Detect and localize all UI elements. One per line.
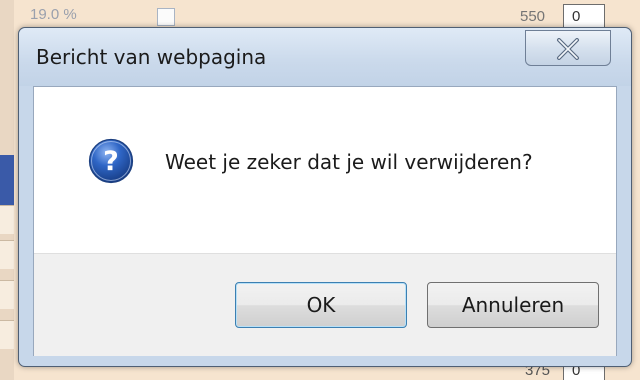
question-icon: ? bbox=[88, 138, 134, 184]
dialog-message: Weet je zeker dat je wil verwijderen? bbox=[165, 150, 533, 174]
background-value-text: 550 bbox=[520, 8, 546, 25]
dialog-titlebar[interactable]: Bericht van webpagina bbox=[19, 28, 631, 86]
background-selected-row bbox=[0, 155, 14, 205]
background-row bbox=[0, 240, 14, 269]
dialog-content: ? Weet je zeker dat je wil verwijderen? … bbox=[33, 86, 617, 356]
close-button[interactable] bbox=[525, 30, 611, 66]
cancel-button[interactable]: Annuleren bbox=[427, 282, 599, 328]
background-row bbox=[0, 280, 14, 309]
background-row bbox=[0, 205, 14, 234]
ok-button[interactable]: OK bbox=[235, 282, 407, 328]
screen: 19.0 % 550 0 375 0 Bericht van webpagina bbox=[0, 0, 640, 380]
confirm-dialog: Bericht van webpagina ? Weet je zeker da… bbox=[18, 27, 632, 367]
background-checkbox bbox=[157, 8, 175, 26]
background-row bbox=[0, 320, 14, 349]
message-area: ? Weet je zeker dat je wil verwijderen? bbox=[34, 87, 616, 253]
button-bar: OK Annuleren bbox=[34, 253, 616, 356]
svg-text:?: ? bbox=[103, 146, 119, 177]
background-input-value: 0 bbox=[572, 8, 581, 25]
background-percentage-text: 19.0 % bbox=[30, 6, 77, 23]
dialog-title: Bericht van webpagina bbox=[36, 45, 267, 69]
close-icon bbox=[557, 38, 579, 60]
